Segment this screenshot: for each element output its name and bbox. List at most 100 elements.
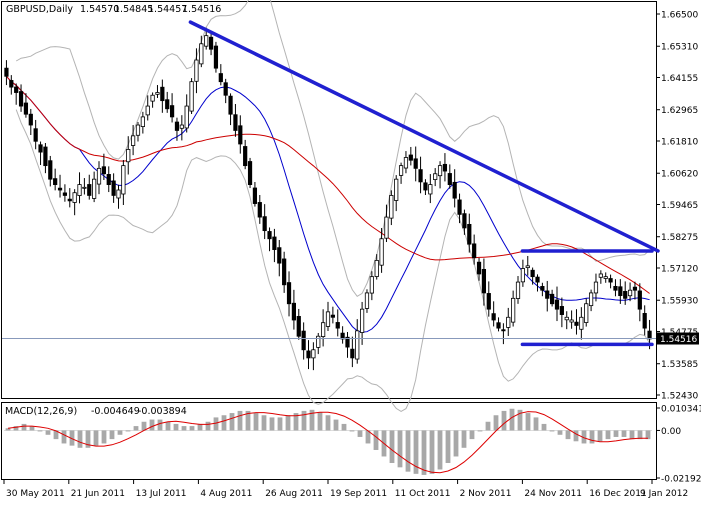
macd-bar xyxy=(213,417,219,431)
candle-body xyxy=(38,144,43,153)
candle-body xyxy=(126,148,131,163)
macd-bar xyxy=(509,408,515,431)
candle-body xyxy=(53,178,58,185)
candle-body xyxy=(28,113,33,126)
candle-body xyxy=(511,297,516,323)
candle-body xyxy=(627,289,633,297)
macd-bar xyxy=(405,430,411,472)
candle-body xyxy=(140,116,145,127)
candle-body xyxy=(545,290,550,299)
macd-bar xyxy=(165,421,171,431)
candle-body xyxy=(18,91,24,107)
macd-bar xyxy=(629,430,635,440)
macd-bar xyxy=(453,430,459,457)
candle-body xyxy=(535,276,540,283)
candle-body xyxy=(189,81,194,112)
candle-body xyxy=(364,292,370,309)
date-tick-label: 26 Aug 2011 xyxy=(265,489,323,499)
candle-body xyxy=(116,189,121,199)
symbol-label: GBPUSD,Daily xyxy=(6,4,73,15)
candle-body xyxy=(174,121,180,131)
candle-body xyxy=(379,238,384,266)
macd-bar xyxy=(61,430,67,444)
macd-bar xyxy=(93,430,99,446)
candle-body xyxy=(184,105,189,129)
candle-body xyxy=(452,181,457,199)
candle-body xyxy=(564,316,569,321)
macd-bar xyxy=(421,430,427,475)
candle-body xyxy=(608,278,613,283)
candle-body xyxy=(194,59,199,82)
candle-body xyxy=(160,86,165,102)
price-tick-label: 1.52430 xyxy=(661,392,698,402)
candle-body xyxy=(57,187,63,191)
macd-bar xyxy=(109,430,115,440)
candle-body xyxy=(238,125,243,145)
macd-bar xyxy=(597,430,603,442)
candle-body xyxy=(632,286,638,291)
candle-body xyxy=(550,293,555,305)
macd-bar xyxy=(117,430,123,435)
candle-body xyxy=(306,350,311,359)
candle-body xyxy=(135,124,141,136)
candle-body xyxy=(623,290,628,299)
candle-body xyxy=(355,330,360,360)
macd-bar xyxy=(589,430,595,444)
macd-bar xyxy=(269,417,275,431)
macd-tick-label: 0.010341 xyxy=(661,405,701,415)
candle-body xyxy=(491,313,496,321)
candle-body xyxy=(613,285,618,291)
candle-body xyxy=(87,184,92,196)
candle-body xyxy=(33,128,38,142)
macd-bar xyxy=(149,419,155,431)
macd-bar xyxy=(277,417,283,431)
candle-body xyxy=(403,157,409,169)
candle-body xyxy=(433,173,438,180)
macd-bar xyxy=(437,430,443,470)
macd-bar xyxy=(197,423,203,431)
candle-body xyxy=(423,182,428,191)
candle-body xyxy=(62,192,68,196)
candle-body xyxy=(291,302,297,321)
candle-body xyxy=(325,311,331,327)
candle-body xyxy=(437,165,443,177)
candle-body xyxy=(569,319,574,323)
chart-root: 1.54516 GBPUSD,Daily 1.54570 1.54845 1.5… xyxy=(0,0,701,502)
macd-bar xyxy=(549,430,555,432)
macd-bar xyxy=(133,426,139,431)
candle-body xyxy=(262,216,267,232)
candle-body xyxy=(179,124,184,129)
candle-body xyxy=(408,154,413,161)
candle-body xyxy=(272,236,277,250)
candle-body xyxy=(223,82,228,96)
candle-body xyxy=(96,167,102,185)
macd-bar xyxy=(541,423,547,431)
candle-body xyxy=(228,95,233,115)
macd-bar xyxy=(189,426,195,431)
macd-value-signal: -0.003894 xyxy=(138,406,187,417)
macd-bar xyxy=(461,430,467,448)
macd-bar xyxy=(181,426,187,431)
candle-body xyxy=(121,165,126,195)
macd-bar xyxy=(341,423,347,431)
chart-svg: 1.54516 GBPUSD,Daily 1.54570 1.54845 1.5… xyxy=(1,0,701,499)
candle-body xyxy=(472,243,477,259)
price-tick-label: 1.66500 xyxy=(661,11,698,21)
candle-body xyxy=(647,330,652,340)
candle-body xyxy=(72,192,77,203)
candle-body xyxy=(374,260,379,277)
date-tick-label: 16 Dec 2011 xyxy=(589,489,647,499)
candle-body xyxy=(637,290,642,310)
candle-body xyxy=(208,36,214,50)
candle-body xyxy=(243,146,248,167)
candle-body xyxy=(476,261,482,275)
candle-body xyxy=(311,349,316,359)
candle-body xyxy=(389,195,394,219)
candle-body xyxy=(155,92,160,95)
candle-body xyxy=(282,258,287,286)
candle-body xyxy=(350,348,355,359)
candle-body xyxy=(574,321,579,326)
price-tick-label: 1.65310 xyxy=(661,43,698,53)
price-tick-label: 1.64155 xyxy=(661,74,698,84)
candle-body xyxy=(165,99,170,110)
